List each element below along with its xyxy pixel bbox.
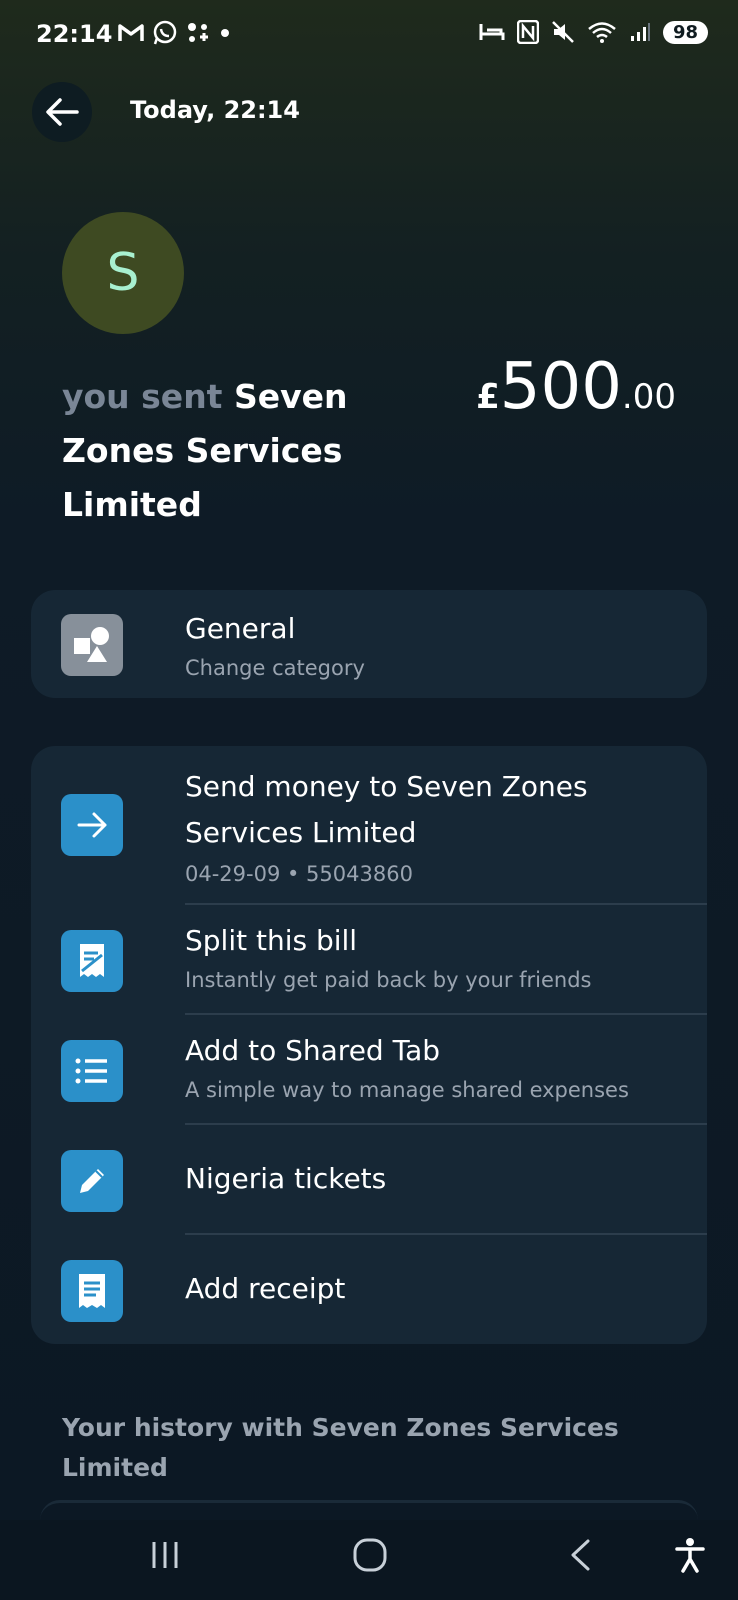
split-bill-title: Split this bill xyxy=(185,924,358,957)
category-icon-box xyxy=(61,614,123,676)
gmail-icon xyxy=(118,24,144,41)
divider xyxy=(185,1123,707,1125)
divider xyxy=(185,903,707,905)
shapes-icon xyxy=(74,627,109,662)
shared-tab-title: Add to Shared Tab xyxy=(185,1034,440,1067)
recent-apps-icon xyxy=(152,1542,178,1568)
split-bill-subtitle: Instantly get paid back by your friends xyxy=(185,968,592,992)
arrow-right-icon xyxy=(77,812,107,838)
amount-main: 500 xyxy=(499,350,622,424)
transaction-description: you sent Seven Zones Services Limited xyxy=(62,370,392,532)
status-left-icons xyxy=(118,20,232,46)
add-receipt-title: Add receipt xyxy=(185,1272,346,1305)
category-title: General xyxy=(185,612,296,645)
page-title: Today, 22:14 xyxy=(130,96,300,124)
back-icon xyxy=(571,1539,590,1571)
list-icon-box xyxy=(61,1040,123,1102)
avatar: S xyxy=(62,212,184,334)
divider xyxy=(185,1233,707,1235)
receipt-icon-box xyxy=(61,1260,123,1322)
split-bill-icon xyxy=(80,944,104,977)
whatsapp-icon xyxy=(153,20,177,45)
nav-back-button[interactable] xyxy=(555,1530,605,1580)
home-button[interactable] xyxy=(345,1530,395,1580)
accessibility-button[interactable] xyxy=(668,1530,712,1580)
send-money-title-line2: Services Limited xyxy=(185,816,417,849)
status-right-icons: 98 xyxy=(479,20,708,44)
accessibility-icon xyxy=(675,1538,705,1573)
amount-decimal: .00 xyxy=(621,377,676,417)
bed-icon xyxy=(479,24,505,40)
sent-prefix: you sent xyxy=(62,377,223,416)
category-card[interactable]: General Change category xyxy=(31,590,707,698)
avatar-letter: S xyxy=(106,243,140,303)
mute-icon xyxy=(552,21,574,43)
receipt-icon xyxy=(79,1274,105,1308)
recent-apps-button[interactable] xyxy=(140,1530,190,1580)
status-time: 22:14 xyxy=(36,20,113,48)
list-icon xyxy=(75,1058,107,1084)
currency-symbol: £ xyxy=(476,377,500,417)
shared-tab-subtitle: A simple way to manage shared expenses xyxy=(185,1078,629,1102)
split-icon-box xyxy=(61,930,123,992)
account-details: 04-29-09 • 55043860 xyxy=(185,862,413,886)
home-icon xyxy=(353,1538,387,1572)
app-grid-icon xyxy=(188,23,208,42)
nfc-icon xyxy=(516,20,539,44)
history-heading: Your history with Seven Zones Services L… xyxy=(62,1413,619,1482)
tag-title: Nigeria tickets xyxy=(185,1162,387,1195)
category-subtitle: Change category xyxy=(185,656,365,680)
arrow-left-icon xyxy=(46,98,79,126)
wifi-icon xyxy=(588,22,616,43)
pencil-icon-box xyxy=(61,1150,123,1212)
battery-level: 98 xyxy=(662,20,708,44)
back-button[interactable] xyxy=(32,82,92,142)
transaction-amount: £ 500 .00 xyxy=(476,350,676,424)
actions-card: Send money to Seven Zones Services Limit… xyxy=(31,746,707,1344)
divider xyxy=(185,1013,707,1015)
pencil-icon xyxy=(80,1169,104,1193)
signal-icon xyxy=(630,23,650,41)
send-money-title-line1: Send money to Seven Zones xyxy=(185,770,588,803)
send-icon-box xyxy=(61,794,123,856)
dot-icon xyxy=(221,29,229,37)
